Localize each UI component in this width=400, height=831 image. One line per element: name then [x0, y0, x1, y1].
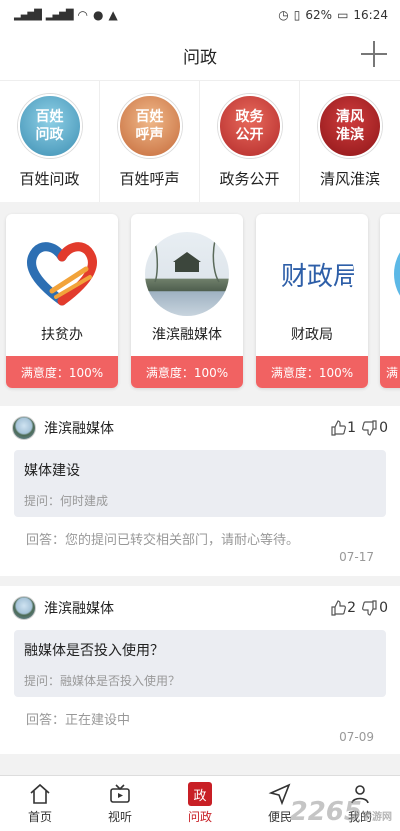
category-item-qingfeng-huaibin[interactable]: 清风淮滨 清风淮滨 [300, 81, 400, 202]
dislike-button[interactable]: 0 [362, 600, 388, 616]
answer-text: 回答：您的提问已转交相关部门，请耐心等待。 [26, 533, 300, 548]
battery-icon: ▭ [337, 8, 349, 22]
baixing-husheng-icon: 百姓呼声 [117, 94, 182, 158]
like-button[interactable]: 2 [330, 600, 356, 616]
vibrate-icon: ▯ [293, 8, 301, 22]
zheng-icon: 政 [188, 782, 212, 806]
tab-wenzheng[interactable]: 政 问政 [160, 776, 240, 831]
category-grid: 百姓问政 百姓问政 百姓呼声 百姓呼声 政务公开 政务公开 清风淮滨 清风淮滨 [0, 80, 400, 202]
satisfaction-badge: 满意度：100% [256, 356, 368, 388]
question-text: 提问：融媒体是否投入使用？ [24, 674, 181, 688]
department-card-huaibin-media[interactable]: 淮滨融媒体 满意度：100% [131, 214, 243, 388]
department-carousel[interactable]: 扶贫办 满意度：100% 淮滨融媒体 满意度：100% 财政局 财政局 满意度：… [0, 202, 400, 392]
question-box: 融媒体是否投入使用？ 提问：融媒体是否投入使用？ [14, 630, 386, 697]
signal-icon: ▂▄▆█ [14, 9, 42, 21]
category-label: 政务公开 [219, 170, 280, 188]
watermark: 2265手游网 [289, 797, 392, 827]
notification-icon: ▲ [108, 8, 118, 22]
qq-icon: ● [93, 8, 104, 22]
department-name: 淮滨融媒体 [152, 327, 222, 343]
question-card[interactable]: 淮滨融媒体 2 0 融媒体是否投入使用？ 提问：融媒体是否投入使用？ 回答：正在… [0, 586, 400, 754]
thumbs-down-icon [362, 600, 377, 616]
signal-icon-2: ▂▄▆█ [45, 9, 74, 21]
like-button[interactable]: 1 [330, 420, 356, 436]
dislike-button[interactable]: 0 [362, 420, 388, 436]
department-card-caizhengju[interactable]: 财政局 财政局 满意度：100% [256, 214, 368, 388]
category-label: 百姓呼声 [119, 170, 180, 188]
add-icon[interactable] [360, 40, 388, 68]
answer-text: 回答：正在建设中 [26, 713, 131, 728]
question-date: 07-09 [339, 730, 374, 744]
avatar [12, 596, 36, 620]
question-text: 提问：何时建成 [24, 494, 109, 508]
send-icon [268, 783, 291, 806]
question-date: 07-17 [339, 550, 374, 564]
department-name: 财政局 [291, 327, 333, 343]
zhengwu-gongkai-icon: 政务公开 [217, 94, 282, 158]
fupinban-logo-icon [20, 232, 104, 316]
page-title: 问政 [183, 47, 217, 68]
category-item-baixing-wenzheng[interactable]: 百姓问政 百姓问政 [0, 81, 100, 202]
clock: 16:24 [353, 8, 388, 22]
question-author: 淮滨融媒体 [44, 601, 114, 617]
question-box: 媒体建设 提问：何时建成 [14, 450, 386, 517]
department-card-partial[interactable]: 满 [380, 214, 400, 388]
header: 问政 [0, 30, 400, 80]
question-title: 融媒体是否投入使用？ [24, 643, 164, 659]
thumbs-up-icon [331, 420, 347, 436]
department-logo-icon [394, 232, 400, 316]
thumbs-up-icon [331, 600, 347, 616]
caizhengju-logo-icon: 财政局 [270, 232, 354, 316]
tv-icon [110, 784, 130, 803]
category-label: 清风淮滨 [319, 170, 380, 188]
satisfaction-badge: 满意度：100% [131, 356, 243, 388]
huaibin-media-photo-icon [145, 232, 229, 316]
department-card-fupinban[interactable]: 扶贫办 满意度：100% [6, 214, 118, 388]
avatar [12, 416, 36, 440]
tab-audiovisual[interactable]: 视听 [80, 776, 160, 831]
satisfaction-badge: 满 [380, 356, 400, 388]
qingfeng-huaibin-icon: 清风淮滨 [318, 94, 382, 158]
thumbs-down-icon [362, 420, 377, 436]
category-item-zhengwu-gongkai[interactable]: 政务公开 政务公开 [200, 81, 300, 202]
home-icon [30, 783, 50, 804]
question-card[interactable]: 淮滨融媒体 1 0 媒体建设 提问：何时建成 回答：您的提问已转交相关部门，请耐… [0, 406, 400, 576]
battery-text: 62% [305, 8, 333, 22]
category-item-baixing-husheng[interactable]: 百姓呼声 百姓呼声 [100, 81, 200, 202]
tab-home[interactable]: 首页 [0, 776, 80, 831]
question-author: 淮滨融媒体 [44, 421, 114, 437]
baixing-wenzheng-icon: 百姓问政 [17, 94, 82, 158]
department-name: 扶贫办 [41, 327, 83, 343]
question-title: 媒体建设 [24, 463, 80, 479]
status-bar: ▂▄▆█ ▂▄▆█ ◠ ● ▲ ◷ ▯ 62% ▭ 16:24 [0, 0, 400, 30]
wifi-icon: ◠ [77, 8, 89, 22]
alarm-icon: ◷ [278, 8, 289, 22]
category-label: 百姓问政 [19, 170, 80, 188]
satisfaction-badge: 满意度：100% [6, 356, 118, 388]
